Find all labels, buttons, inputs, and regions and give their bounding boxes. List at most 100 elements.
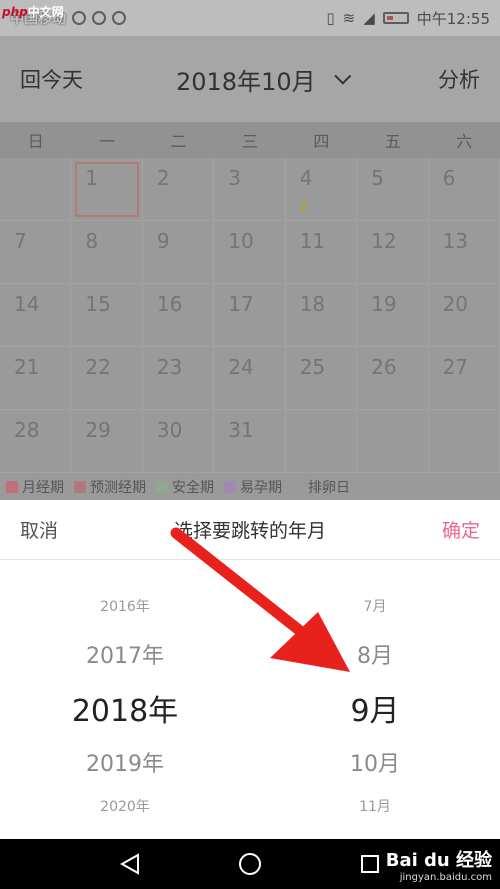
top-bar: 回今天 2018年10月 分析	[0, 36, 500, 122]
day-cell[interactable]: 20	[428, 284, 500, 347]
year-month-picker: 取消 选择要跳转的年月 确定 2016年 2017年 2018年 2019年 2…	[0, 500, 500, 839]
day-marker: 2	[299, 200, 308, 214]
day-cell[interactable]: 24	[214, 347, 286, 410]
legend-label: 排卵日	[308, 480, 350, 496]
day-cell[interactable]: 1	[71, 158, 143, 221]
day-cell[interactable]: 11	[285, 221, 358, 284]
day-cell[interactable]: 30	[142, 410, 215, 473]
cancel-button[interactable]: 取消	[20, 516, 58, 543]
day-cell[interactable]: 9	[142, 221, 215, 284]
legend-item: 月经期	[6, 477, 64, 497]
day-cell[interactable]: 26	[357, 347, 429, 410]
legend-swatch	[224, 481, 236, 493]
day-cell[interactable]: 31	[214, 410, 286, 473]
legend-swatch	[156, 481, 168, 493]
empty-day-cell	[428, 410, 500, 473]
day-cell[interactable]: 16	[142, 284, 215, 347]
picker-header: 取消 选择要跳转的年月 确定	[0, 500, 500, 560]
legend-label: 安全期	[172, 480, 214, 496]
weekday-label: 日	[27, 132, 44, 151]
day-cell[interactable]: 25	[285, 347, 358, 410]
month-option[interactable]: 10月	[300, 746, 450, 778]
day-number: 17	[228, 292, 254, 316]
weekday-label: 二	[170, 132, 187, 151]
day-number: 15	[85, 292, 111, 316]
month-wheel[interactable]: 7月 8月 9月 10月 11月	[300, 560, 450, 839]
chevron-down-icon	[333, 67, 351, 85]
day-number: 26	[371, 355, 397, 379]
day-cell[interactable]: 13	[428, 221, 500, 284]
year-option[interactable]: 2019年	[40, 746, 210, 778]
day-cell[interactable]: 17	[214, 284, 286, 347]
day-cell[interactable]: 18	[285, 284, 358, 347]
legend-label: 月经期	[22, 480, 64, 496]
battery-icon	[382, 12, 409, 24]
day-number: 11	[299, 229, 326, 253]
day-number: 28	[14, 418, 40, 442]
month-option-selected[interactable]: 9月	[300, 686, 450, 730]
notification-icon	[112, 11, 126, 25]
day-cell[interactable]: 10	[214, 221, 286, 284]
day-number: 16	[156, 292, 183, 316]
day-cell[interactable]: 29	[71, 410, 143, 473]
month-selector[interactable]: 2018年10月	[176, 62, 351, 97]
calendar: 日一二三四五六 1 2 3 4 2 5 6 7 8 9 10 11 12 13 14 15 16 17 18 19 20…	[0, 122, 500, 474]
legend-swatch	[292, 481, 304, 493]
day-cell[interactable]: 8	[71, 221, 143, 284]
notification-icon	[72, 11, 86, 25]
calendar-grid: 1 2 3 4 2 5 6 7 8 9 10 11 12 13 14 15 16 17 18 19 20 21 22 23 24…	[0, 158, 500, 473]
day-cell[interactable]: 21	[0, 347, 72, 410]
year-wheel[interactable]: 2016年 2017年 2018年 2019年 2020年	[40, 560, 210, 839]
recents-icon[interactable]	[356, 850, 384, 878]
weekday-label: 一	[99, 132, 116, 151]
day-number: 18	[299, 292, 326, 316]
month-title: 2018年10月	[176, 67, 316, 96]
day-cell[interactable]: 23	[142, 347, 215, 410]
day-cell[interactable]: 28	[0, 410, 72, 473]
day-number: 8	[85, 229, 99, 253]
day-number: 9	[156, 229, 170, 253]
back-to-today-button[interactable]: 回今天	[20, 64, 83, 94]
home-icon[interactable]	[236, 850, 264, 878]
signal-icon: ◢	[363, 9, 375, 27]
clock: 中午12:55	[416, 9, 490, 28]
year-option[interactable]: 2020年	[40, 796, 210, 816]
day-cell[interactable]: 22	[71, 347, 143, 410]
year-option[interactable]: 2017年	[40, 638, 210, 670]
day-number: 29	[85, 418, 111, 442]
legend-swatch	[6, 481, 18, 493]
day-number: 2	[156, 166, 170, 190]
month-option[interactable]: 8月	[300, 638, 450, 670]
day-cell[interactable]: 6	[428, 158, 500, 221]
picker-title: 选择要跳转的年月	[173, 520, 326, 542]
back-icon[interactable]	[116, 850, 144, 878]
day-cell[interactable]: 7	[0, 221, 72, 284]
legend-swatch	[74, 481, 86, 493]
analyze-button[interactable]: 分析	[438, 64, 480, 94]
day-cell[interactable]: 3	[214, 158, 286, 221]
day-number: 5	[371, 166, 384, 190]
day-cell[interactable]: 27	[428, 347, 500, 410]
empty-day-cell	[285, 410, 358, 473]
day-cell[interactable]: 12	[357, 221, 429, 284]
year-option-selected[interactable]: 2018年	[40, 686, 210, 730]
day-number: 27	[442, 355, 469, 379]
empty-day-cell	[0, 158, 72, 221]
day-number: 19	[371, 292, 397, 316]
year-option[interactable]: 2016年	[40, 596, 210, 616]
day-cell[interactable]: 19	[357, 284, 429, 347]
day-cell[interactable]: 2	[142, 158, 215, 221]
day-cell[interactable]: 14	[0, 284, 72, 347]
confirm-button[interactable]: 确定	[442, 516, 480, 543]
day-cell[interactable]: 15	[71, 284, 143, 347]
month-option[interactable]: 7月	[300, 596, 450, 616]
day-cell[interactable]: 5	[357, 158, 429, 221]
month-option[interactable]: 11月	[300, 796, 450, 816]
baidu-watermark: Bai du 经验 jingyan.baidu.com	[385, 850, 492, 883]
day-cell[interactable]: 42	[285, 158, 358, 221]
vibrate-icon: ▯	[326, 9, 335, 27]
legend-item: 易孕期	[224, 477, 282, 497]
notification-icon	[92, 11, 106, 25]
day-number: 23	[156, 355, 183, 379]
day-number: 24	[228, 355, 254, 379]
